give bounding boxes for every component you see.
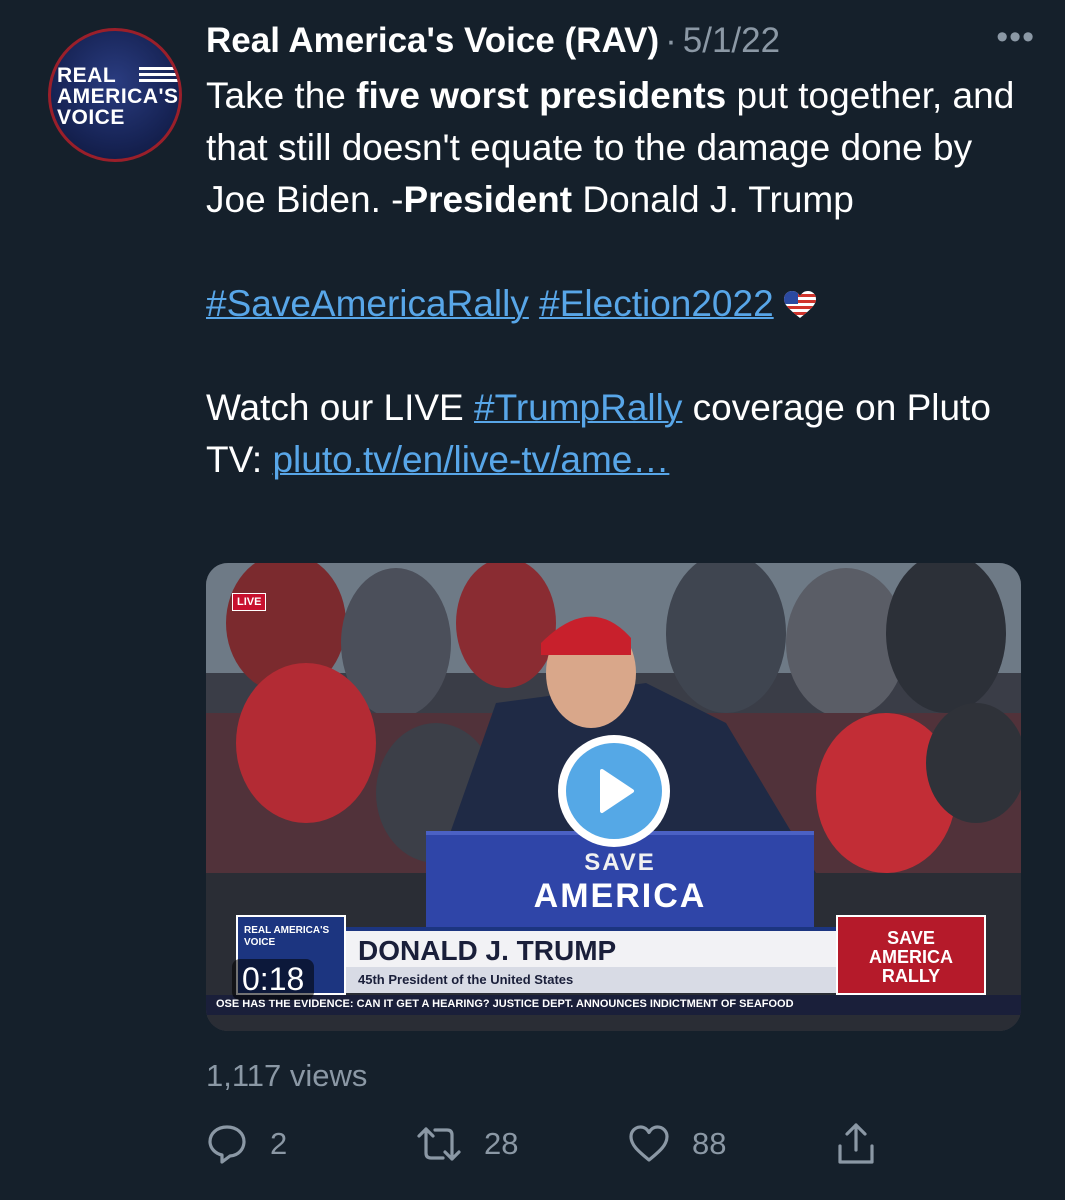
avatar-line-1: REAL [57,64,117,87]
text-segment: Take the [206,75,357,116]
avatar[interactable]: REAL AMERICA'S VOICE [48,28,182,162]
channel-logo-text: REAL AMERICA'S VOICE [244,925,330,948]
speaker-title: 45th President of the United States [358,972,574,987]
tweet-text: Take the five worst presidents put toget… [206,70,1036,486]
tweet-paragraph-2: #SaveAmericaRally #Election2022 [206,278,1036,330]
separator-dot: · [665,21,677,60]
video-timer: 0:18 [232,959,315,1000]
more-icon[interactable]: ••• [996,18,1035,57]
retweet-count: 28 [484,1126,519,1161]
hashtag-link[interactable]: #Election2022 [539,283,774,324]
rally-line-2: AMERICA [869,947,953,967]
author-name[interactable]: Real America's Voice (RAV) [206,21,659,61]
like-icon [629,1125,669,1162]
rally-line-3: RALLY [881,966,941,986]
flag-heart-icon [783,291,816,318]
hashtag-link[interactable]: #SaveAmericaRally [206,283,529,324]
live-badge: LIVE [232,593,267,611]
video-player[interactable]: LIVE SAVE AMERICA REAL AMERICA'S VOICE D… [206,563,1021,1031]
action-bar: 2 28 88 [206,1116,906,1172]
avatar-line-2: AMERICA'S [57,85,179,108]
rally-badge: SAVE AMERICA RALLY [836,915,986,995]
text-segment: Donald J. Trump [572,179,854,220]
speaker-name: DONALD J. TRUMP [358,935,617,966]
retweet-button[interactable]: 28 [416,1116,518,1172]
tweet-paragraph-1: Take the five worst presidents put toget… [206,70,1036,226]
bold-segment: five worst presidents [356,75,727,116]
subtitle-bar: 45th President of the United States [346,967,836,993]
lower-third-graphic: REAL AMERICA'S VOICE DONALD J. TRUMP 45t… [236,915,1006,995]
avatar-line-3: VOICE [57,106,125,129]
hashtag-link[interactable]: #TrumpRally [474,387,682,428]
news-ticker: OSE HAS THE EVIDENCE: CAN IT GET A HEARI… [206,995,1021,1015]
tweet[interactable]: REAL AMERICA'S VOICE Real America's Voic… [0,0,1065,1200]
tweet-paragraph-3: Watch our LIVE #TrumpRally coverage on P… [206,382,1036,486]
avatar-logo-text: REAL AMERICA'S VOICE [57,64,179,129]
play-icon [566,743,662,839]
share-button[interactable] [836,1116,876,1172]
reply-button[interactable]: 2 [206,1116,287,1172]
text-segment: Watch our LIVE [206,387,475,428]
like-count: 88 [692,1126,727,1161]
name-bar: DONALD J. TRUMP [346,927,836,967]
url-link[interactable]: pluto.tv/en/live-tv/ame… [272,439,669,480]
retweet-icon [417,1127,461,1161]
reply-count: 2 [270,1126,288,1161]
tweet-header: Real America's Voice (RAV) · 5/1/22 ••• [206,16,1035,66]
play-triangle [600,769,634,813]
podium-save-text: SAVE [584,849,656,876]
reply-icon [208,1125,246,1164]
tweet-date[interactable]: 5/1/22 [683,21,780,61]
view-count: 1,117 views [206,1058,368,1093]
share-icon [838,1123,874,1164]
rally-line-1: SAVE [887,928,935,948]
like-button[interactable]: 88 [628,1116,726,1172]
bold-segment: President [403,179,573,220]
play-button[interactable] [558,735,670,847]
podium-america-text: AMERICA [533,877,707,915]
